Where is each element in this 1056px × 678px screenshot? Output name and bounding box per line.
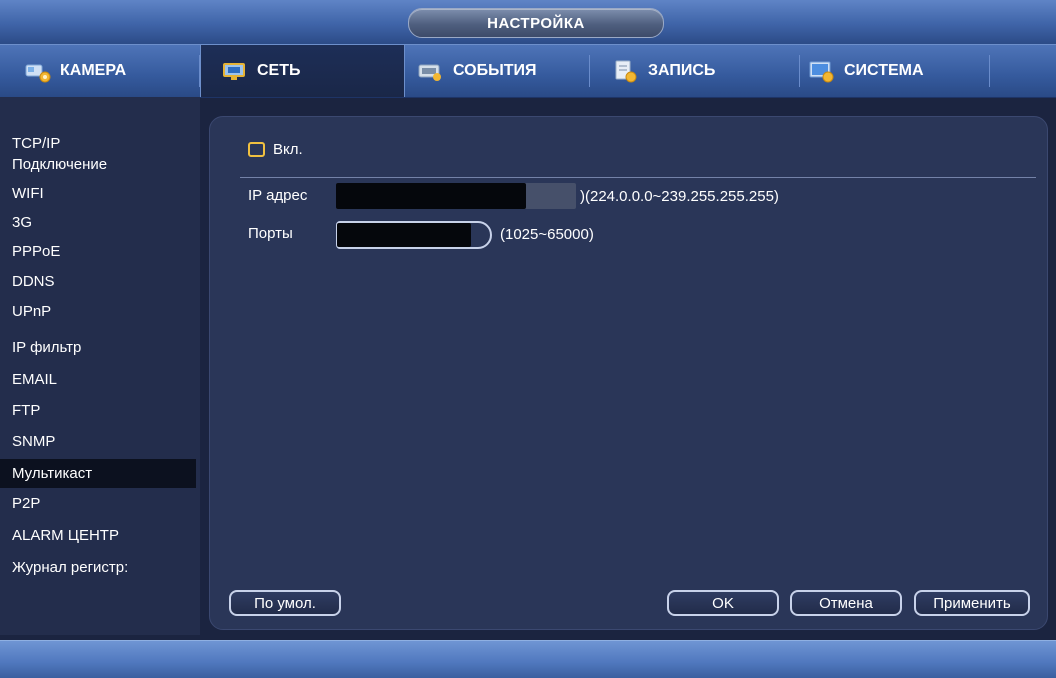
sidebar-item-label: Мультикаст <box>12 465 93 482</box>
ok-button[interactable]: OK <box>667 590 779 616</box>
tab-network[interactable]: СЕТЬ <box>200 45 405 97</box>
tab-label: ЗАПИСЬ <box>648 62 716 79</box>
tab-record[interactable]: ЗАПИСЬ <box>590 45 800 97</box>
status-bar <box>0 640 1056 678</box>
sidebar-item-label: PPPoE <box>12 243 61 260</box>
sidebar-item-label: UPnP <box>12 303 52 320</box>
sidebar-item-snmp[interactable]: SNMP <box>0 427 196 456</box>
sidebar-item-label: 3G <box>12 214 33 231</box>
sidebar-item-label: ALARM ЦЕНТР <box>12 527 119 544</box>
sidebar-item-multicast[interactable]: Мультикаст <box>0 459 196 488</box>
sidebar-item-ftp[interactable]: FTP <box>0 396 196 425</box>
sidebar-item-label: EMAIL <box>12 371 58 388</box>
port-range-hint: (1025~65000) <box>500 226 594 243</box>
sidebar-item-ddns[interactable]: DDNS <box>0 267 196 296</box>
tab-system[interactable]: СИСТЕМА <box>800 45 990 97</box>
port-value <box>337 223 471 247</box>
tab-events[interactable]: СОБЫТИЯ <box>405 45 590 97</box>
system-icon <box>809 61 834 83</box>
ip-range-hint: )(224.0.0.0~239.255.255.255) <box>580 188 779 205</box>
sidebar-item-label: IP фильтр <box>12 339 82 356</box>
camera-icon <box>25 64 51 83</box>
sidebar-item-email[interactable]: EMAIL <box>0 365 196 394</box>
tab-label: СОБЫТИЯ <box>453 62 537 79</box>
enable-row: Вкл. <box>248 141 303 158</box>
sidebar-item-3g[interactable]: 3G <box>0 208 196 237</box>
tab-divider <box>989 55 990 87</box>
title-bar: НАСТРОЙКА <box>0 0 1056 44</box>
ip-address-value <box>336 183 526 209</box>
tab-camera[interactable]: КАМЕРА <box>0 45 200 97</box>
sidebar-item-label: SNMP <box>12 433 56 450</box>
main-tab-bar: КАМЕРА СЕТЬ СОБЫТИЯ ЗАПИСЬ СИСТЕМА <box>0 44 1056 98</box>
enable-label: Вкл. <box>273 141 303 158</box>
sidebar-menu: TCP/IP Подключение WIFI 3G PPPoE DDNS UP… <box>0 97 200 635</box>
record-icon <box>615 60 637 83</box>
port-label: Порты <box>248 225 293 242</box>
sidebar-item-pppoe[interactable]: PPPoE <box>0 237 196 266</box>
sidebar-item-label: WIFI <box>12 185 44 202</box>
sidebar-item-connection[interactable]: Подключение <box>0 150 196 179</box>
tab-label: СИСТЕМА <box>844 62 924 79</box>
apply-button[interactable]: Применить <box>914 590 1030 616</box>
ip-address-label: IP адрес <box>248 187 308 204</box>
sidebar-item-upnp[interactable]: UPnP <box>0 297 196 326</box>
window-title: НАСТРОЙКА <box>408 8 664 38</box>
sidebar-item-ip-filter[interactable]: IP фильтр <box>0 333 196 362</box>
sidebar-item-label: FTP <box>12 402 41 419</box>
enable-checkbox[interactable] <box>248 142 265 157</box>
network-icon <box>223 63 245 80</box>
sidebar-item-wifi[interactable]: WIFI <box>0 179 196 208</box>
multicast-settings-panel: Вкл. IP адрес )(224.0.0.0~239.255.255.25… <box>209 116 1048 630</box>
events-icon <box>418 64 441 81</box>
tab-label: СЕТЬ <box>257 62 301 79</box>
tab-label: КАМЕРА <box>60 62 127 79</box>
sidebar-item-label: Подключение <box>12 156 108 173</box>
sidebar-item-log[interactable]: Журнал регистр: <box>0 553 196 582</box>
sidebar-item-label: DDNS <box>12 273 55 290</box>
sidebar-item-p2p[interactable]: P2P <box>0 489 196 518</box>
default-button[interactable]: По умол. <box>229 590 341 616</box>
sidebar-item-label: Журнал регистр: <box>12 559 129 576</box>
divider <box>240 177 1036 178</box>
sidebar-item-alarm-center[interactable]: ALARM ЦЕНТР <box>0 521 196 550</box>
sidebar-item-label: P2P <box>12 495 41 512</box>
cancel-button[interactable]: Отмена <box>790 590 902 616</box>
